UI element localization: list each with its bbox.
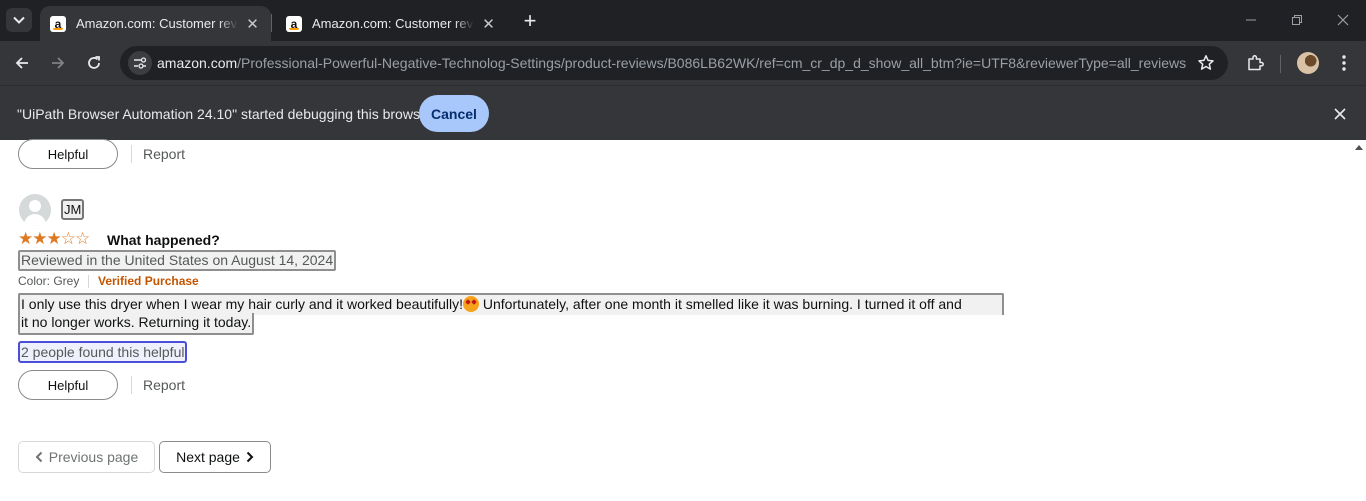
restore-icon[interactable] — [1274, 6, 1320, 34]
infobar-message: "UiPath Browser Automation 24.10" starte… — [17, 106, 433, 122]
review-title[interactable]: What happened? — [107, 232, 220, 248]
url-host: amazon.com — [157, 55, 238, 71]
variant-divider — [88, 275, 89, 288]
review-variant[interactable]: Color: Grey — [18, 274, 79, 288]
review-body: I only use this dryer when I wear my hai… — [18, 293, 1004, 315]
forward-arrow-icon[interactable] — [44, 49, 72, 77]
minimize-icon[interactable] — [1228, 6, 1274, 34]
reload-icon[interactable] — [80, 49, 108, 77]
review-body-continued: it no longer works. Returning it today. — [18, 313, 255, 335]
toolbar-divider — [1280, 55, 1281, 73]
review-body-text: Unfortunately, after one month it smelle… — [478, 296, 962, 312]
chevron-right-icon — [246, 451, 254, 463]
url-path: /Professional-Powerful-Negative-Technolo… — [237, 55, 1187, 71]
star-empty-icon: ☆ — [75, 229, 90, 248]
scrollbar[interactable] — [1352, 140, 1366, 501]
amazon-favicon-icon: a — [50, 15, 66, 32]
star-filled-icon: ★ — [32, 229, 47, 248]
helpful-count: 2 people found this helpful — [18, 341, 188, 363]
action-divider — [131, 145, 132, 163]
extensions-icon[interactable] — [1242, 50, 1268, 76]
new-tab-icon[interactable]: + — [518, 8, 542, 33]
scroll-up-arrow-icon[interactable] — [1355, 145, 1363, 150]
tab-divider — [271, 14, 272, 32]
amazon-favicon-icon: a — [286, 15, 302, 32]
report-link[interactable]: Report — [143, 377, 185, 393]
reviewer-name[interactable]: JM — [61, 199, 85, 220]
cancel-button[interactable]: Cancel — [419, 95, 489, 132]
profile-avatar[interactable] — [1297, 52, 1319, 74]
report-link[interactable]: Report — [143, 146, 185, 162]
tab-title: Amazon.com: Customer reviews — [312, 16, 474, 31]
helpful-button[interactable]: Helpful — [18, 370, 118, 400]
tab-inactive[interactable]: a Amazon.com: Customer reviews ✕ — [276, 6, 507, 41]
tab-search-icon[interactable] — [6, 8, 32, 32]
next-page-button[interactable]: Next page — [159, 441, 271, 473]
helpful-button[interactable]: Helpful — [18, 139, 118, 169]
review-date: Reviewed in the United States on August … — [18, 250, 337, 271]
chevron-left-icon — [35, 451, 42, 463]
close-icon[interactable] — [1330, 104, 1350, 124]
previous-page-label: Previous page — [48, 449, 139, 465]
previous-page-button[interactable]: Previous page — [18, 441, 155, 473]
tab-title: Amazon.com: Customer reviews — [76, 16, 238, 31]
next-page-label: Next page — [176, 449, 240, 465]
star-rating[interactable]: ★★★☆☆ — [18, 229, 90, 248]
verified-purchase-badge: Verified Purchase — [98, 274, 199, 288]
star-filled-icon: ★ — [18, 229, 33, 248]
close-window-icon[interactable] — [1320, 6, 1366, 34]
reviewer-avatar — [19, 194, 51, 226]
bookmark-star-icon[interactable] — [1196, 53, 1216, 73]
browser-toolbar: amazon.com/Professional-Powerful-Negativ… — [0, 41, 1366, 85]
address-bar[interactable]: amazon.com/Professional-Powerful-Negativ… — [120, 46, 1228, 80]
close-icon[interactable]: ✕ — [244, 15, 261, 33]
site-info-icon[interactable] — [128, 51, 152, 75]
url-text[interactable]: amazon.com/Professional-Powerful-Negativ… — [157, 55, 1186, 71]
star-empty-icon: ☆ — [60, 229, 76, 248]
kebab-menu-icon[interactable] — [1331, 50, 1357, 76]
tab-strip: a Amazon.com: Customer reviews ✕ a Amazo… — [0, 0, 1366, 41]
tab-active[interactable]: a Amazon.com: Customer reviews ✕ — [40, 6, 271, 41]
action-divider — [131, 376, 132, 394]
debugging-infobar: "UiPath Browser Automation 24.10" starte… — [0, 85, 1366, 140]
review-body-text: I only use this dryer when I wear my hai… — [21, 296, 463, 312]
close-icon[interactable]: ✕ — [480, 15, 497, 33]
star-struck-emoji-icon — [462, 296, 479, 312]
back-arrow-icon[interactable] — [8, 49, 36, 77]
star-filled-icon: ★ — [46, 229, 62, 248]
